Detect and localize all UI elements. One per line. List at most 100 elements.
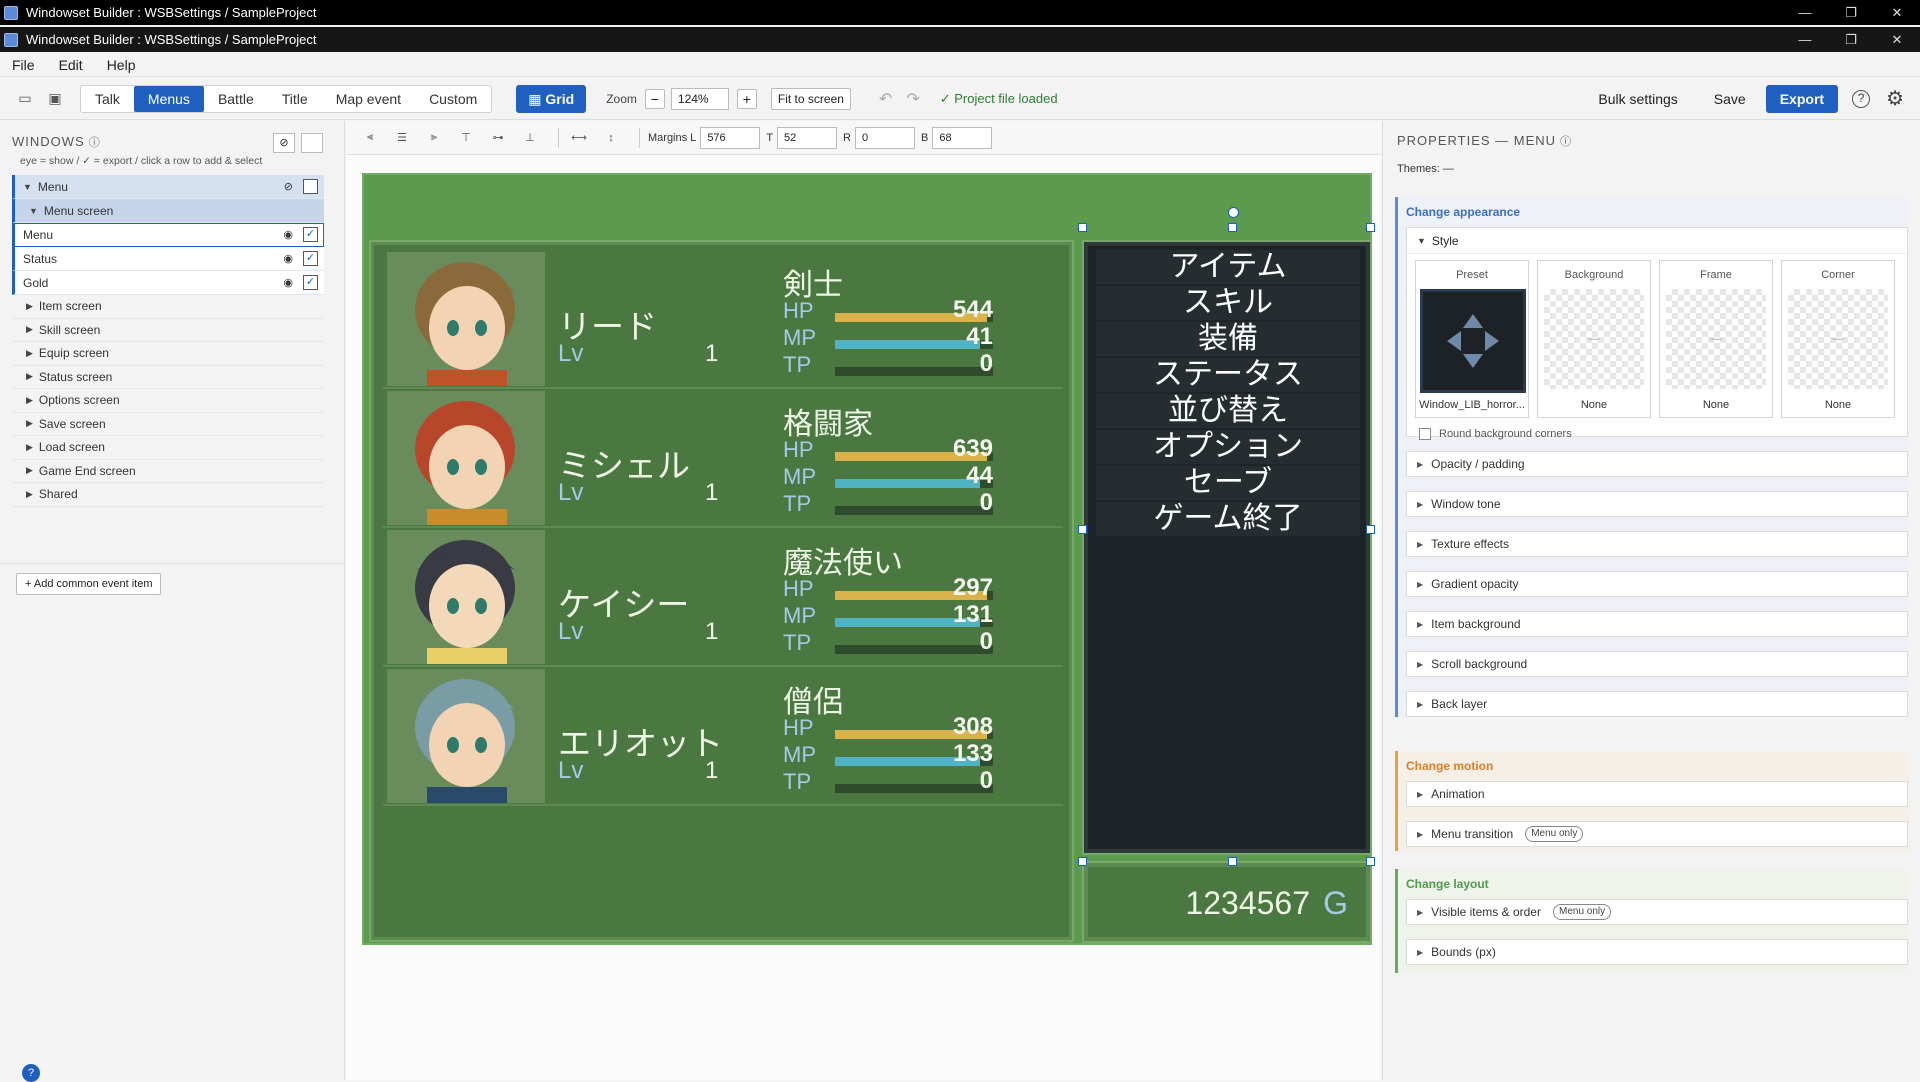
export-checkbox[interactable]: ✓ [303, 275, 318, 290]
tab-battle[interactable]: Battle [204, 86, 268, 112]
resize-handle[interactable] [1366, 525, 1375, 534]
accordion-appearance-item[interactable]: ▶ Back layer [1406, 691, 1908, 717]
zoom-out-button[interactable]: − [644, 88, 665, 109]
tree-item-status[interactable]: Status ◉ ✓ [12, 247, 324, 271]
resize-handle[interactable] [1366, 857, 1375, 866]
hide-all-icon[interactable]: ⊘ [273, 133, 295, 153]
menu-command[interactable]: スキル [1096, 286, 1360, 320]
help-icon[interactable]: ? [1852, 89, 1871, 108]
help-icon[interactable]: ? [22, 1064, 40, 1082]
style-header[interactable]: ▼ Style [1407, 228, 1907, 254]
export-checkbox[interactable]: ✓ [303, 251, 318, 266]
distribute-v-icon[interactable]: ↕ [599, 132, 623, 144]
redo-icon[interactable]: ↷ [906, 89, 919, 109]
background-tile[interactable]: Background — None [1537, 260, 1651, 418]
maximize-button[interactable]: ❐ [1828, 5, 1874, 21]
tree-menu-screen[interactable]: ▼ Menu screen [12, 199, 324, 223]
add-common-event-button[interactable]: + Add common event item [16, 573, 162, 595]
accordion-bounds[interactable]: ▶ Bounds (px) [1406, 939, 1908, 965]
accordion-appearance-item[interactable]: ▶ Opacity / padding [1406, 451, 1908, 477]
tree-item-menu[interactable]: Menu ◉ ✓ [12, 223, 324, 247]
resize-handle[interactable] [1078, 525, 1087, 534]
zoom-in-button[interactable]: + [736, 88, 757, 109]
actor-row[interactable]: ミシェル Lv 1 格闘家 HP 639 MP 44 TP 0 [383, 389, 1063, 528]
checkbox[interactable] [1419, 428, 1431, 440]
menu-command[interactable]: オプション [1096, 430, 1360, 464]
menu-command[interactable]: セーブ [1096, 466, 1360, 500]
status-window[interactable]: リード Lv 1 剣士 HP 544 MP 41 TP 0 ミシェル Lv 1 … [369, 240, 1074, 942]
folder-icon[interactable]: ▭ [16, 90, 34, 108]
eye-icon[interactable]: ◉ [283, 276, 293, 289]
tree-screen-equip[interactable]: ▶ Equip screen [12, 342, 324, 366]
menu-command[interactable]: アイテム [1096, 250, 1360, 284]
actor-row[interactable]: リード Lv 1 剣士 HP 544 MP 41 TP 0 [383, 250, 1063, 389]
tab-map-event[interactable]: Map event [322, 86, 415, 112]
undo-icon[interactable]: ↶ [879, 89, 892, 109]
grid-toggle-button[interactable]: ▦ Grid [516, 84, 587, 113]
align-middle-icon[interactable]: ⊶ [486, 131, 510, 144]
accordion-visible-items[interactable]: ▶ Visible items & order Menu only [1406, 899, 1908, 925]
menu-help[interactable]: Help [107, 57, 136, 73]
margin-top-input[interactable]: 52 [777, 126, 838, 149]
tree-screen-item[interactable]: ▶ Item screen [12, 295, 324, 319]
maximize-button[interactable]: ❐ [1828, 32, 1874, 48]
frame-tile[interactable]: Frame — None [1659, 260, 1773, 418]
checkbox-all-icon[interactable] [301, 133, 323, 153]
save-button[interactable]: Save [1714, 91, 1746, 107]
gear-icon[interactable]: ⚙ [1886, 86, 1904, 111]
tree-screen-load[interactable]: ▶ Load screen [12, 436, 324, 460]
align-top-icon[interactable]: ⊤ [454, 131, 478, 144]
fit-to-screen-button[interactable]: Fit to screen [770, 87, 851, 110]
actor-row[interactable]: ケイシー Lv 1 魔法使い HP 297 MP 131 TP 0 [383, 528, 1063, 667]
resize-handle[interactable] [1228, 223, 1237, 232]
zoom-input[interactable]: 124% [670, 87, 729, 110]
align-center-icon[interactable]: ☰ [390, 131, 414, 144]
tab-custom[interactable]: Custom [415, 86, 491, 112]
accordion-menu-transition[interactable]: ▶ Menu transition Menu only [1406, 821, 1908, 847]
tree-screen-game-end[interactable]: ▶ Game End screen [12, 459, 324, 483]
margin-left-input[interactable]: 576 [700, 126, 761, 149]
tree-item-gold[interactable]: Gold ◉ ✓ [12, 271, 324, 295]
accordion-appearance-item[interactable]: ▶ Texture effects [1406, 531, 1908, 557]
menu-command[interactable]: ゲーム終了 [1096, 502, 1360, 536]
resize-handle[interactable] [1228, 857, 1237, 866]
export-checkbox[interactable]: ✓ [303, 227, 318, 242]
accordion-appearance-item[interactable]: ▶ Gradient opacity [1406, 571, 1908, 597]
menu-command[interactable]: ステータス [1096, 358, 1360, 392]
bulk-settings-button[interactable]: Bulk settings [1598, 91, 1677, 107]
resize-handle[interactable] [1078, 857, 1087, 866]
actor-row[interactable]: エリオット Lv 1 僧侶 HP 308 MP 133 TP 0 [383, 667, 1063, 806]
preset-tile[interactable]: Preset Window_LIB_horror... [1415, 260, 1529, 418]
eye-off-icon[interactable]: ⊘ [284, 180, 293, 193]
eye-icon[interactable]: ◉ [283, 252, 293, 265]
tree-screen-options[interactable]: ▶ Options screen [12, 389, 324, 413]
save-icon[interactable]: ▣ [46, 90, 64, 108]
export-button[interactable]: Export [1765, 84, 1839, 113]
minimize-button[interactable]: — [1782, 5, 1828, 21]
minimize-button[interactable]: — [1782, 32, 1828, 48]
menu-file[interactable]: File [12, 57, 35, 73]
margin-bottom-input[interactable]: 68 [932, 126, 993, 149]
accordion-appearance-item[interactable]: ▶ Window tone [1406, 491, 1908, 517]
align-bottom-icon[interactable]: ⊥ [518, 131, 542, 144]
tree-menu-group[interactable]: ▼ Menu ⊘ [12, 175, 324, 199]
menu-command[interactable]: 装備 [1096, 322, 1360, 356]
tree-screen-save[interactable]: ▶ Save screen [12, 412, 324, 436]
rotate-handle[interactable] [1228, 207, 1239, 218]
round-corners-option[interactable]: Round background corners [1419, 428, 1572, 440]
corner-tile[interactable]: Corner — None [1781, 260, 1895, 418]
close-button[interactable]: ✕ [1874, 32, 1920, 48]
tree-screen-skill[interactable]: ▶ Skill screen [12, 318, 324, 342]
checkbox[interactable] [303, 179, 318, 194]
margin-right-input[interactable]: 0 [855, 126, 915, 149]
accordion-animation[interactable]: ▶ Animation [1406, 781, 1908, 807]
eye-icon[interactable]: ◉ [283, 228, 293, 241]
tab-menus[interactable]: Menus [133, 85, 204, 112]
tab-title[interactable]: Title [268, 86, 322, 112]
accordion-appearance-item[interactable]: ▶ Scroll background [1406, 651, 1908, 677]
align-right-icon[interactable]: ⫸ [422, 131, 446, 144]
tree-screen-status[interactable]: ▶ Status screen [12, 365, 324, 389]
tree-screen-shared[interactable]: ▶ Shared [12, 483, 324, 507]
resize-handle[interactable] [1078, 223, 1087, 232]
command-window[interactable]: アイテム スキル 装備 ステータス 並び替え オプション セーブ ゲーム終了 [1082, 240, 1372, 855]
